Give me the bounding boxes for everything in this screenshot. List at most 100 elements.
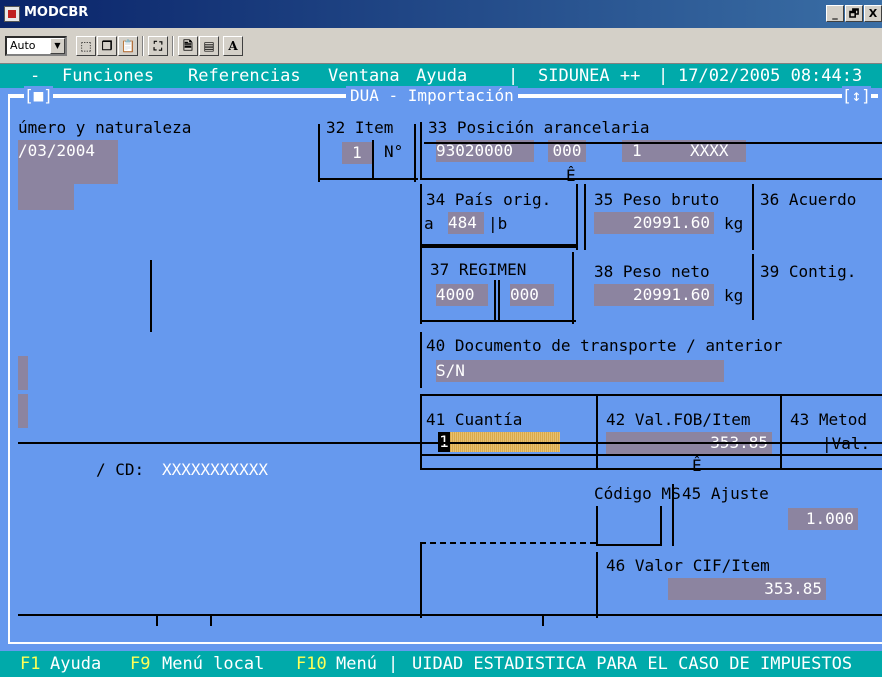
close-button[interactable]: X: [864, 5, 882, 22]
box33-line: [424, 142, 882, 144]
maximize-button[interactable]: 🗗: [845, 5, 863, 22]
menu-separator: |: [508, 66, 519, 86]
fullscreen-icon[interactable]: ⛶: [148, 36, 168, 56]
box34-border-right: [576, 184, 578, 250]
mark-icon[interactable]: ⬚: [76, 36, 96, 56]
frame-right-marker[interactable]: [↕]: [842, 86, 871, 106]
gross-weight-field[interactable]: 20991.60: [594, 212, 714, 234]
background-icon[interactable]: ▤: [199, 36, 219, 56]
tick: [210, 614, 212, 626]
origin-prefix-b: |b: [488, 214, 508, 233]
gross-weight-unit: kg: [724, 214, 744, 233]
cif-value-field[interactable]: 353.85: [668, 578, 826, 600]
box41-border-left: [420, 394, 422, 468]
menu-ayuda[interactable]: Ayuda: [416, 64, 467, 88]
box35-border-left: [584, 184, 586, 250]
window-titlebar: MODCBR _ 🗗 X: [0, 0, 882, 28]
menu-ventana[interactable]: Ventana: [328, 64, 400, 88]
regime-code-field[interactable]: 4000: [436, 284, 488, 306]
box36-border-left: [752, 184, 754, 250]
status-separator: |: [388, 654, 399, 674]
f1-key[interactable]: F1: [20, 651, 40, 677]
toolbar-separator: [142, 36, 144, 56]
box32-border-right: [414, 124, 416, 182]
cd-value: XXXXXXXXXXX: [162, 460, 268, 479]
copy-icon[interactable]: ❐: [97, 36, 117, 56]
menu-dash[interactable]: -: [30, 64, 40, 88]
regime-sub-field[interactable]: 000: [510, 284, 554, 306]
box43-sub: |Val.: [822, 434, 870, 454]
connector-glyph: Ê: [566, 166, 576, 185]
toolbar-separator: [172, 36, 174, 56]
box41-line: [420, 454, 882, 456]
properties-icon[interactable]: 🗎: [178, 36, 198, 56]
divider: [150, 260, 152, 332]
bottom-row-divider: [18, 614, 882, 616]
cd-label: / CD:: [96, 460, 145, 479]
tick: [156, 614, 158, 626]
box45-label: 45 Ajuste: [682, 484, 769, 503]
f10-key[interactable]: F10: [296, 651, 327, 677]
box31-date-field[interactable]: /03/2004: [18, 140, 118, 162]
box42-border-left: [596, 394, 598, 468]
f10-label[interactable]: Menú: [336, 651, 377, 677]
box32-border-left: [318, 124, 320, 182]
box31-field[interactable]: [18, 162, 118, 184]
box37-divider: [498, 280, 500, 322]
box33-border-left: [420, 122, 422, 180]
box44-border-bottom: [596, 544, 662, 546]
side-field[interactable]: [18, 356, 28, 390]
f9-key[interactable]: F9: [130, 651, 150, 677]
box31-label: úmero y naturaleza: [18, 118, 192, 137]
app-icon[interactable]: [4, 6, 20, 22]
f1-label[interactable]: Ayuda: [50, 651, 101, 677]
minimize-button[interactable]: _: [826, 5, 844, 22]
box37-divider: [494, 280, 496, 322]
f9-label[interactable]: Menú local: [162, 651, 264, 677]
box41-label: 41 Cuantía: [426, 410, 523, 429]
adjustment-field[interactable]: 1.000: [788, 508, 858, 530]
row-divider: [18, 442, 882, 444]
box36-label: 36 Acuerdo: [760, 190, 857, 209]
box42-label: 42 Val.FOB/Item: [606, 410, 751, 429]
box41-border-bottom: [420, 468, 882, 470]
box44-border-left: [596, 506, 598, 546]
tick: [542, 614, 544, 626]
box40-border-left: [420, 332, 422, 388]
origin-country-a-field[interactable]: 484: [448, 212, 484, 234]
box43-border-left: [780, 394, 782, 468]
paste-icon[interactable]: 📋: [118, 36, 138, 56]
frame-left-marker[interactable]: [■]: [24, 86, 53, 106]
font-button[interactable]: A: [223, 36, 243, 56]
transport-doc-field[interactable]: S/N: [436, 360, 724, 382]
box34-label: 34 País orig.: [426, 190, 552, 209]
box37-border-bottom: [420, 320, 576, 322]
box34-border-bottom: [420, 244, 576, 248]
box38-label: 38 Peso neto: [594, 262, 710, 281]
box31-field-small[interactable]: [18, 184, 74, 210]
side-field[interactable]: [18, 394, 28, 428]
box33-border-bottom: [420, 178, 882, 180]
font-size-value: Auto: [10, 39, 36, 52]
box37-border-left: [420, 252, 422, 324]
frame-title: DUA - Importación: [346, 86, 518, 106]
menu-funciones[interactable]: Funciones: [62, 64, 154, 88]
box37-border-right: [572, 252, 574, 324]
origin-prefix-a: a: [424, 214, 434, 233]
dashed-divider: [420, 542, 596, 544]
menu-separator: |: [658, 66, 669, 86]
dos-console: - Funciones Referencias Ventana Ayuda | …: [0, 64, 882, 677]
net-weight-field[interactable]: 20991.60: [594, 284, 714, 306]
datetime-display: 17/02/2005 08:44:3: [678, 66, 863, 86]
chevron-down-icon[interactable]: ▼: [50, 38, 65, 54]
menu-referencias[interactable]: Referencias: [188, 64, 301, 88]
box39-border-left: [752, 254, 754, 320]
box40-label: 40 Documento de transporte / anterior: [426, 336, 783, 355]
status-message: UIDAD ESTADISTICA PARA EL CASO DE IMPUES…: [412, 654, 853, 674]
box44-label: Código MS: [594, 484, 681, 503]
box39-label: 39 Contig.: [760, 262, 857, 281]
net-weight-unit: kg: [724, 286, 744, 305]
item-number-field[interactable]: 1: [342, 142, 372, 164]
box33-label: 33 Posición arancelaria: [428, 118, 650, 137]
font-size-select[interactable]: Auto ▼: [5, 36, 67, 56]
